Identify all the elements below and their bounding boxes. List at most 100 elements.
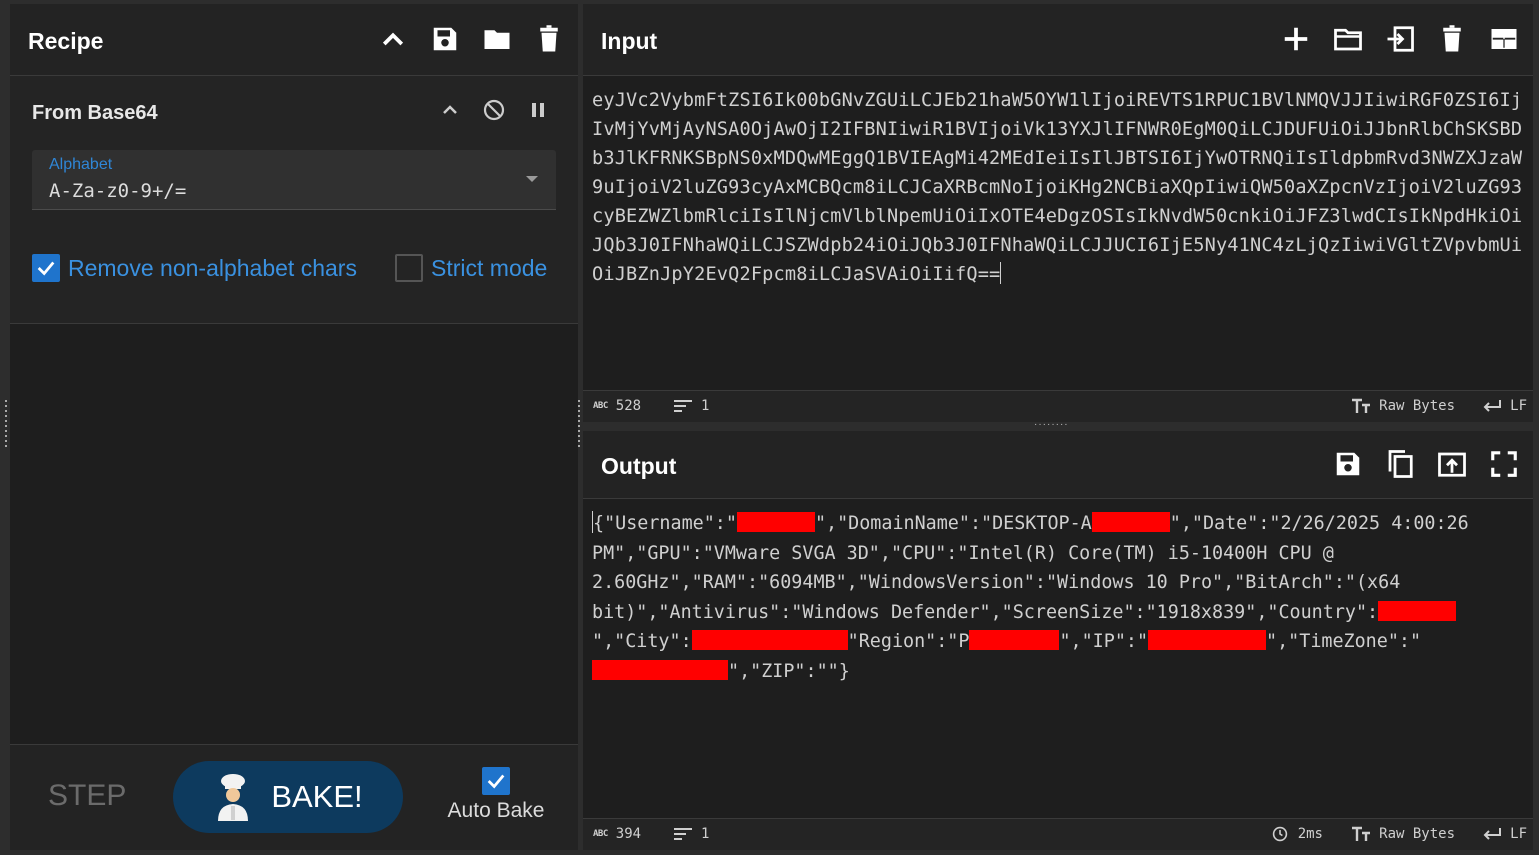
caret-down-icon <box>526 176 538 182</box>
return-arrow-icon <box>1483 400 1502 412</box>
save-icon <box>433 27 457 51</box>
clock-icon <box>1272 826 1287 842</box>
output-title: Output <box>601 453 677 479</box>
redaction-box <box>736 512 815 532</box>
output-bake-time: 2ms <box>1270 826 1323 842</box>
output-segment: ","IP":" <box>1059 631 1149 652</box>
lines-icon <box>674 400 692 412</box>
io-resize-handle[interactable]: ········ <box>1034 420 1082 430</box>
output-toolbar <box>1331 447 1521 481</box>
left-resize-handle[interactable] <box>3 400 9 448</box>
strict-mode-checkbox[interactable]: Strict mode <box>395 254 547 282</box>
redaction-box <box>1091 512 1170 532</box>
chevron-up-icon <box>443 105 457 114</box>
redaction-box <box>1378 600 1457 621</box>
step-button[interactable]: STEP <box>48 779 126 813</box>
output-text[interactable]: {"Username":" ","DomainName":"DESKTOP-A ",… <box>592 509 1527 686</box>
output-segment: "Region":"P <box>847 631 970 652</box>
recipe-toolbar <box>376 22 566 56</box>
disable-icon <box>483 99 505 121</box>
save-output-button[interactable] <box>1331 447 1365 481</box>
input-lines-value: 1 <box>701 398 710 414</box>
remove-non-alphabet-checkbox[interactable]: Remove non-alphabet chars <box>32 254 357 282</box>
input-eol-button[interactable]: LF <box>1482 398 1527 414</box>
alphabet-select[interactable]: Alphabet A-Za-z0-9+/= <box>32 150 556 210</box>
redaction-box <box>691 630 770 650</box>
output-segment: ","TimeZone":" <box>1266 631 1422 652</box>
input-status-bar: ABC 528 1 Raw Bytes LF <box>583 390 1533 422</box>
output-segment: ","DomainName":"DESKTOP-A <box>814 513 1092 534</box>
reset-layout-button[interactable] <box>1487 22 1521 56</box>
remove-non-alphabet-label: Remove non-alphabet chars <box>68 254 357 281</box>
strict-mode-label: Strict mode <box>431 254 548 281</box>
auto-bake-label: Auto Bake <box>447 799 545 822</box>
input-title: Input <box>601 28 658 54</box>
chevron-up-icon <box>382 32 404 46</box>
bake-label: BAKE! <box>271 779 363 814</box>
input-text[interactable]: eyJVc2VybmFtZSI6Ik00bGNvZGUiLCJEb21haW5O… <box>592 86 1527 289</box>
text-cursor <box>1000 262 1002 284</box>
replace-input-button[interactable] <box>1435 447 1469 481</box>
redaction-box <box>1148 630 1267 650</box>
load-recipe-button[interactable] <box>480 22 514 56</box>
abc-icon: ABC <box>593 829 608 839</box>
collapse-recipe-button[interactable] <box>376 22 410 56</box>
bake-button[interactable]: BAKE! <box>173 761 403 833</box>
alphabet-label: Alphabet <box>49 156 113 173</box>
layout-icon <box>1491 29 1517 49</box>
clear-input-button[interactable] <box>1435 22 1469 56</box>
text-type-icon <box>1352 398 1371 413</box>
redaction-box <box>769 630 848 650</box>
auto-bake-checkbox[interactable]: Auto Bake <box>446 767 546 823</box>
output-time-value: 2ms <box>1297 826 1323 842</box>
output-lines: 1 <box>673 826 709 842</box>
disable-operation-button[interactable] <box>480 96 508 124</box>
bake-bar: STEP BAKE! Auto Bake <box>10 744 578 850</box>
output-status-bar: ABC 394 1 2ms Raw Bytes LF <box>583 818 1533 850</box>
output-length-value: 394 <box>615 826 642 842</box>
copy-icon <box>1388 450 1413 478</box>
output-eol-button[interactable]: LF <box>1482 826 1527 842</box>
output-panel: Output {"Username":" ","DomainName":"DESK… <box>583 431 1533 850</box>
trash-icon <box>540 25 558 52</box>
output-segment: {"Username":" <box>593 513 737 534</box>
collapse-operation-button[interactable] <box>436 96 464 124</box>
open-folder-button[interactable] <box>1383 22 1417 56</box>
recipe-title: Recipe <box>28 28 104 54</box>
output-segment: ","City": <box>592 631 692 652</box>
output-lines-value: 1 <box>701 826 710 842</box>
redaction-box <box>592 659 728 680</box>
input-length: ABC 528 <box>593 398 641 414</box>
folder-open-icon <box>1334 28 1362 51</box>
output-header: Output <box>583 431 1533 499</box>
abc-icon: ABC <box>593 401 608 411</box>
save-icon <box>1336 452 1360 476</box>
input-lines: 1 <box>673 398 709 414</box>
alphabet-value: A-Za-z0-9+/= <box>49 180 187 202</box>
recipe-panel: Recipe From Base64 Alphabet A-Za-z0-9+/=… <box>10 4 578 850</box>
output-eol-value: LF <box>1510 826 1527 842</box>
trash-icon <box>1443 25 1461 52</box>
return-arrow-icon <box>1483 828 1502 840</box>
checkbox-checked-icon <box>482 767 510 795</box>
save-recipe-button[interactable] <box>428 22 462 56</box>
input-encoding-button[interactable]: Raw Bytes <box>1351 398 1455 414</box>
operation-title: From Base64 <box>32 102 158 124</box>
input-encoding-value: Raw Bytes <box>1379 398 1455 414</box>
clear-recipe-button[interactable] <box>532 22 566 56</box>
copy-output-button[interactable] <box>1383 447 1417 481</box>
plus-icon <box>1284 27 1308 51</box>
pause-operation-button[interactable] <box>524 96 552 124</box>
open-file-button[interactable] <box>1331 22 1365 56</box>
add-input-tab-button[interactable] <box>1279 22 1313 56</box>
output-encoding-button[interactable]: Raw Bytes <box>1351 826 1455 842</box>
lines-icon <box>674 828 692 840</box>
output-length: ABC 394 <box>593 826 641 842</box>
upload-icon <box>1438 452 1466 477</box>
recipe-header: Recipe <box>10 4 578 76</box>
operation-from-base64: From Base64 Alphabet A-Za-z0-9+/= Remove… <box>10 76 578 324</box>
recipe-io-resize-handle[interactable] <box>576 400 582 448</box>
checkbox-unchecked-icon <box>395 254 423 282</box>
output-encoding-value: Raw Bytes <box>1379 826 1455 842</box>
maximize-output-button[interactable] <box>1487 447 1521 481</box>
